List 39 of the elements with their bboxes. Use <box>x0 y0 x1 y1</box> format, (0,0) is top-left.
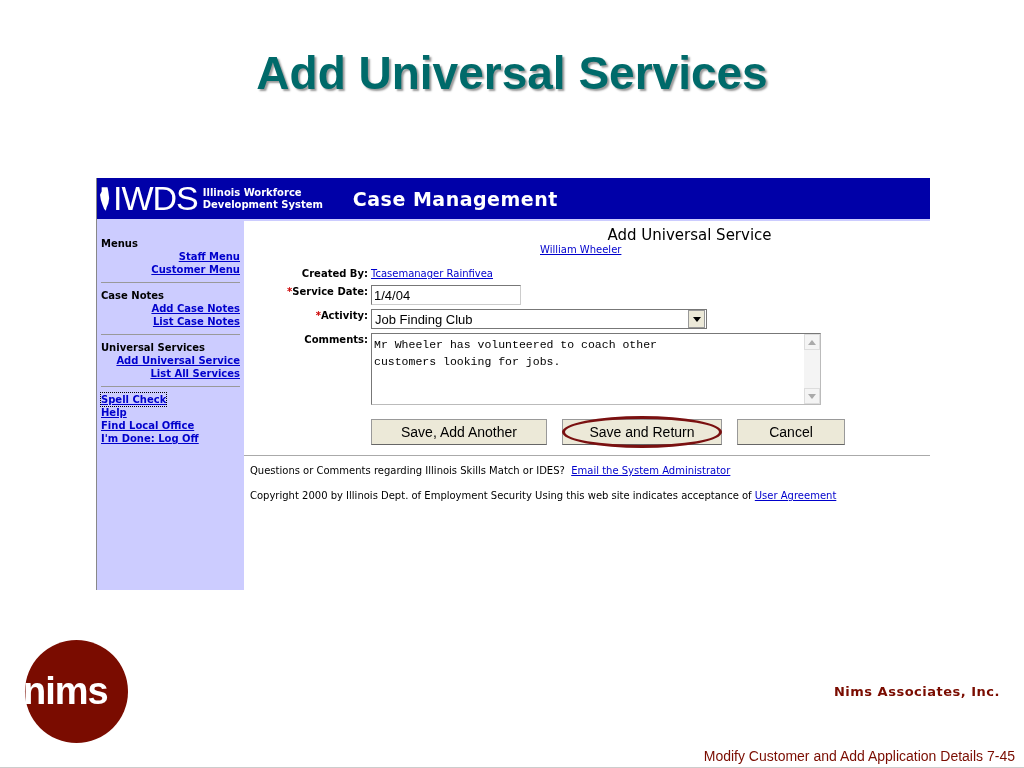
form-button[interactable]: Save, Add Another <box>371 419 547 445</box>
field-label: Created By: <box>300 267 368 281</box>
company-logo: nims <box>25 640 128 743</box>
header-title: Case Management <box>352 187 558 210</box>
copyright-text: Copyright 2000 by Illinois Dept. of Employment Security Using this web site indicates acceptance of User Agreement <box>250 489 838 503</box>
sidebar-link[interactable]: Help <box>101 406 127 419</box>
scroll-down-icon[interactable] <box>804 388 820 404</box>
sidebar-link[interactable]: List All Services <box>150 367 240 380</box>
sidebar-link[interactable]: Customer Menu <box>151 263 240 276</box>
form-button[interactable]: Save and Return <box>562 419 722 445</box>
creator-link[interactable]: Tcasemanager Rainfivea <box>371 267 930 281</box>
field-label: *Activity: <box>314 309 368 323</box>
scroll-up-icon[interactable] <box>804 334 820 350</box>
form-button[interactable]: Cancel <box>737 419 845 445</box>
field-label: *Service Date: <box>286 285 368 299</box>
agreement-link[interactable]: User Agreement <box>754 490 837 501</box>
sidebar-link[interactable]: Find Local Office <box>101 419 195 432</box>
sidebar-link[interactable]: Staff Menu <box>178 250 240 263</box>
company-name: Nims Associates, Inc. <box>833 684 1000 699</box>
contact-text: Questions or Comments regarding Illinois Skills Match or IDES? Email the System Administrator <box>250 464 732 478</box>
sidebar-link[interactable]: I'm Done: Log Off <box>101 432 199 445</box>
comments-textarea[interactable]: Mr Wheeler has volunteered to coach other customers looking for jobs. <box>371 333 821 405</box>
date-input[interactable]: 1/4/04 <box>371 285 521 305</box>
activity-select[interactable]: Job Finding Club <box>371 309 707 329</box>
form-title: Add Universal Service <box>606 227 773 244</box>
slide-title: Add Universal Services <box>255 46 769 101</box>
sidebar-link[interactable]: Add Case Notes <box>151 302 240 315</box>
field-label: Comments: <box>303 333 368 347</box>
logo-subtitle: Illinois Workforce Development System <box>202 186 323 211</box>
sidebar-heading: Menus <box>101 237 139 250</box>
sidebar-link[interactable]: Add Universal Service <box>116 354 240 367</box>
email-link[interactable]: Email the System Administrator <box>571 465 731 476</box>
sidebar-link[interactable]: List Case Notes <box>152 315 240 328</box>
sidebar-heading: Universal Services <box>101 341 207 354</box>
sidebar-link[interactable]: Spell Check <box>101 393 167 406</box>
slide-caption: Modify Customer and Add Application Details 7-45 <box>703 748 1015 764</box>
customer-link[interactable]: William Wheeler <box>540 244 622 255</box>
app-logo: IWDS <box>113 179 198 218</box>
sidebar-heading: Case Notes <box>101 289 166 302</box>
